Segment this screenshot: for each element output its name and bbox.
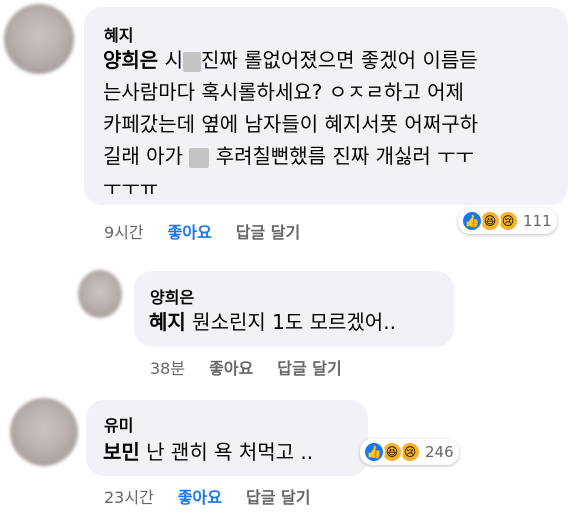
timestamp[interactable]: 9시간 xyxy=(104,223,144,242)
comment-meta: 9시간 좋아요 답글 달기 xyxy=(104,219,324,243)
comment-author[interactable]: 혜지 xyxy=(104,22,133,46)
mention-link[interactable]: 혜지 xyxy=(149,310,186,334)
like-button[interactable]: 좋아요 xyxy=(178,488,222,507)
like-button[interactable]: 좋아요 xyxy=(209,359,253,378)
comment-text-part: 난 괜히 욕 처먹고 .. xyxy=(146,440,314,464)
censor-block xyxy=(189,147,210,168)
comment-meta: 38분 좋아요 답글 달기 xyxy=(150,355,366,379)
comment-text-part: 시 xyxy=(164,48,183,72)
avatar[interactable] xyxy=(4,4,74,74)
reply-button[interactable]: 답글 달기 xyxy=(246,488,310,507)
avatar[interactable] xyxy=(10,398,78,466)
reaction-count: 111 xyxy=(523,212,552,230)
comment-text: 길래 아가 후려칠뻔했름 진짜 개싫러 ㅜㅜ xyxy=(103,142,474,170)
reaction-count: 246 xyxy=(425,443,454,461)
comment-text: 보민 난 괜히 욕 처먹고 .. xyxy=(103,438,313,466)
comment-author[interactable]: 양희은 xyxy=(150,284,194,308)
censor-block xyxy=(182,51,201,72)
reply-button[interactable]: 답글 달기 xyxy=(236,223,300,242)
comment-meta: 23시간 좋아요 답글 달기 xyxy=(104,484,334,508)
comment-text: 혜지 뭔소린지 1도 모르겠어.. xyxy=(149,308,396,336)
like-icon: 👍 xyxy=(363,441,385,463)
reaction-summary[interactable]: 👍 😆 😢 246 xyxy=(360,439,459,465)
reaction-summary[interactable]: 👍 😆 😢 111 xyxy=(458,208,557,234)
mention-link[interactable]: 보민 xyxy=(103,440,140,464)
comment-text-part: 뭔소린지 1도 모르겠어.. xyxy=(192,310,396,334)
comment-text-part: 진짜 롤없어졌으면 좋겠어 이름듣 xyxy=(200,48,478,72)
comment-text-line: ㅜㅜㅠ xyxy=(103,176,159,200)
timestamp[interactable]: 38분 xyxy=(150,359,185,378)
comment-text: 양희은 시 진짜 롤없어졌으면 좋겠어 이름듣 xyxy=(103,46,478,74)
like-button[interactable]: 좋아요 xyxy=(168,223,212,242)
like-icon: 👍 xyxy=(461,210,483,232)
comment-text-line: 는사람마다 혹시롤하세요? ㅇㅈㄹ하고 어제 xyxy=(103,80,464,104)
mention-link[interactable]: 양희은 xyxy=(103,48,158,72)
avatar[interactable] xyxy=(78,270,122,318)
timestamp[interactable]: 23시간 xyxy=(104,488,154,507)
comment-author[interactable]: 유미 xyxy=(104,412,133,436)
reply-button[interactable]: 답글 달기 xyxy=(277,359,341,378)
comment-text-line: 카페갔는데 옆에 남자들이 혜지서폿 어쩌구하 xyxy=(103,112,479,136)
comment-text-part: 후려칠뻔했름 진짜 개싫러 ㅜㅜ xyxy=(215,144,474,168)
comment-text-part: 길래 아가 xyxy=(103,144,183,168)
